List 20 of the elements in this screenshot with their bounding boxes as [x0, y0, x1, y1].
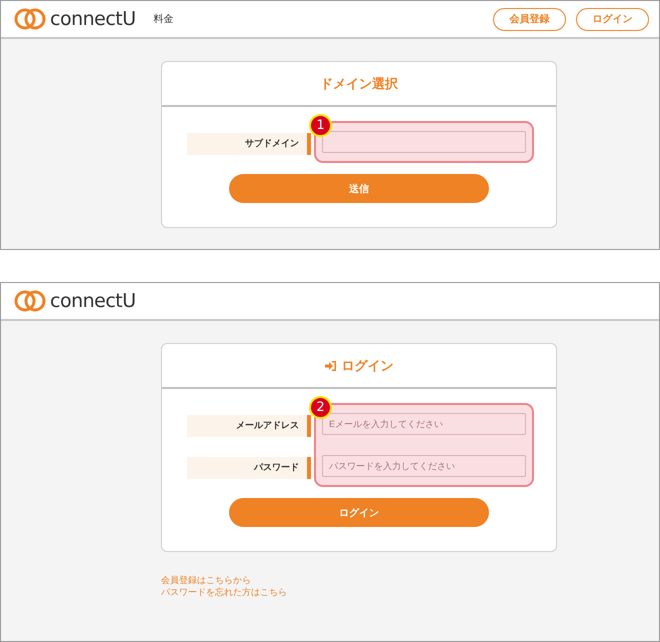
text-link[interactable]: 会員登録はこちらから — [161, 575, 659, 587]
submit-button[interactable]: 送信 — [229, 174, 489, 203]
header-button[interactable]: ログイン — [576, 8, 649, 30]
input-field[interactable]: Eメールを入力してください — [322, 413, 526, 435]
logo[interactable]: connectU — [14, 7, 136, 31]
text-link[interactable]: パスワードを忘れた方はこちら — [161, 587, 659, 599]
card-title: ログイン — [342, 358, 394, 374]
sign-in-icon — [324, 360, 336, 372]
header-button[interactable]: 会員登録 — [493, 8, 566, 30]
input-field[interactable]: パスワードを入力してください — [322, 455, 526, 477]
field-label: サブドメイン — [187, 133, 311, 155]
card-title: ドメイン選択 — [320, 76, 398, 92]
input-field[interactable] — [322, 131, 526, 153]
logo[interactable]: connectU — [14, 289, 136, 313]
field-label: メールアドレス — [187, 415, 311, 437]
callout-badge: 1 — [309, 114, 332, 137]
nav-link[interactable]: 料金 — [154, 12, 174, 26]
submit-button[interactable]: ログイン — [229, 498, 489, 527]
callout-badge: 2 — [309, 396, 332, 419]
field-label: パスワード — [187, 457, 311, 479]
